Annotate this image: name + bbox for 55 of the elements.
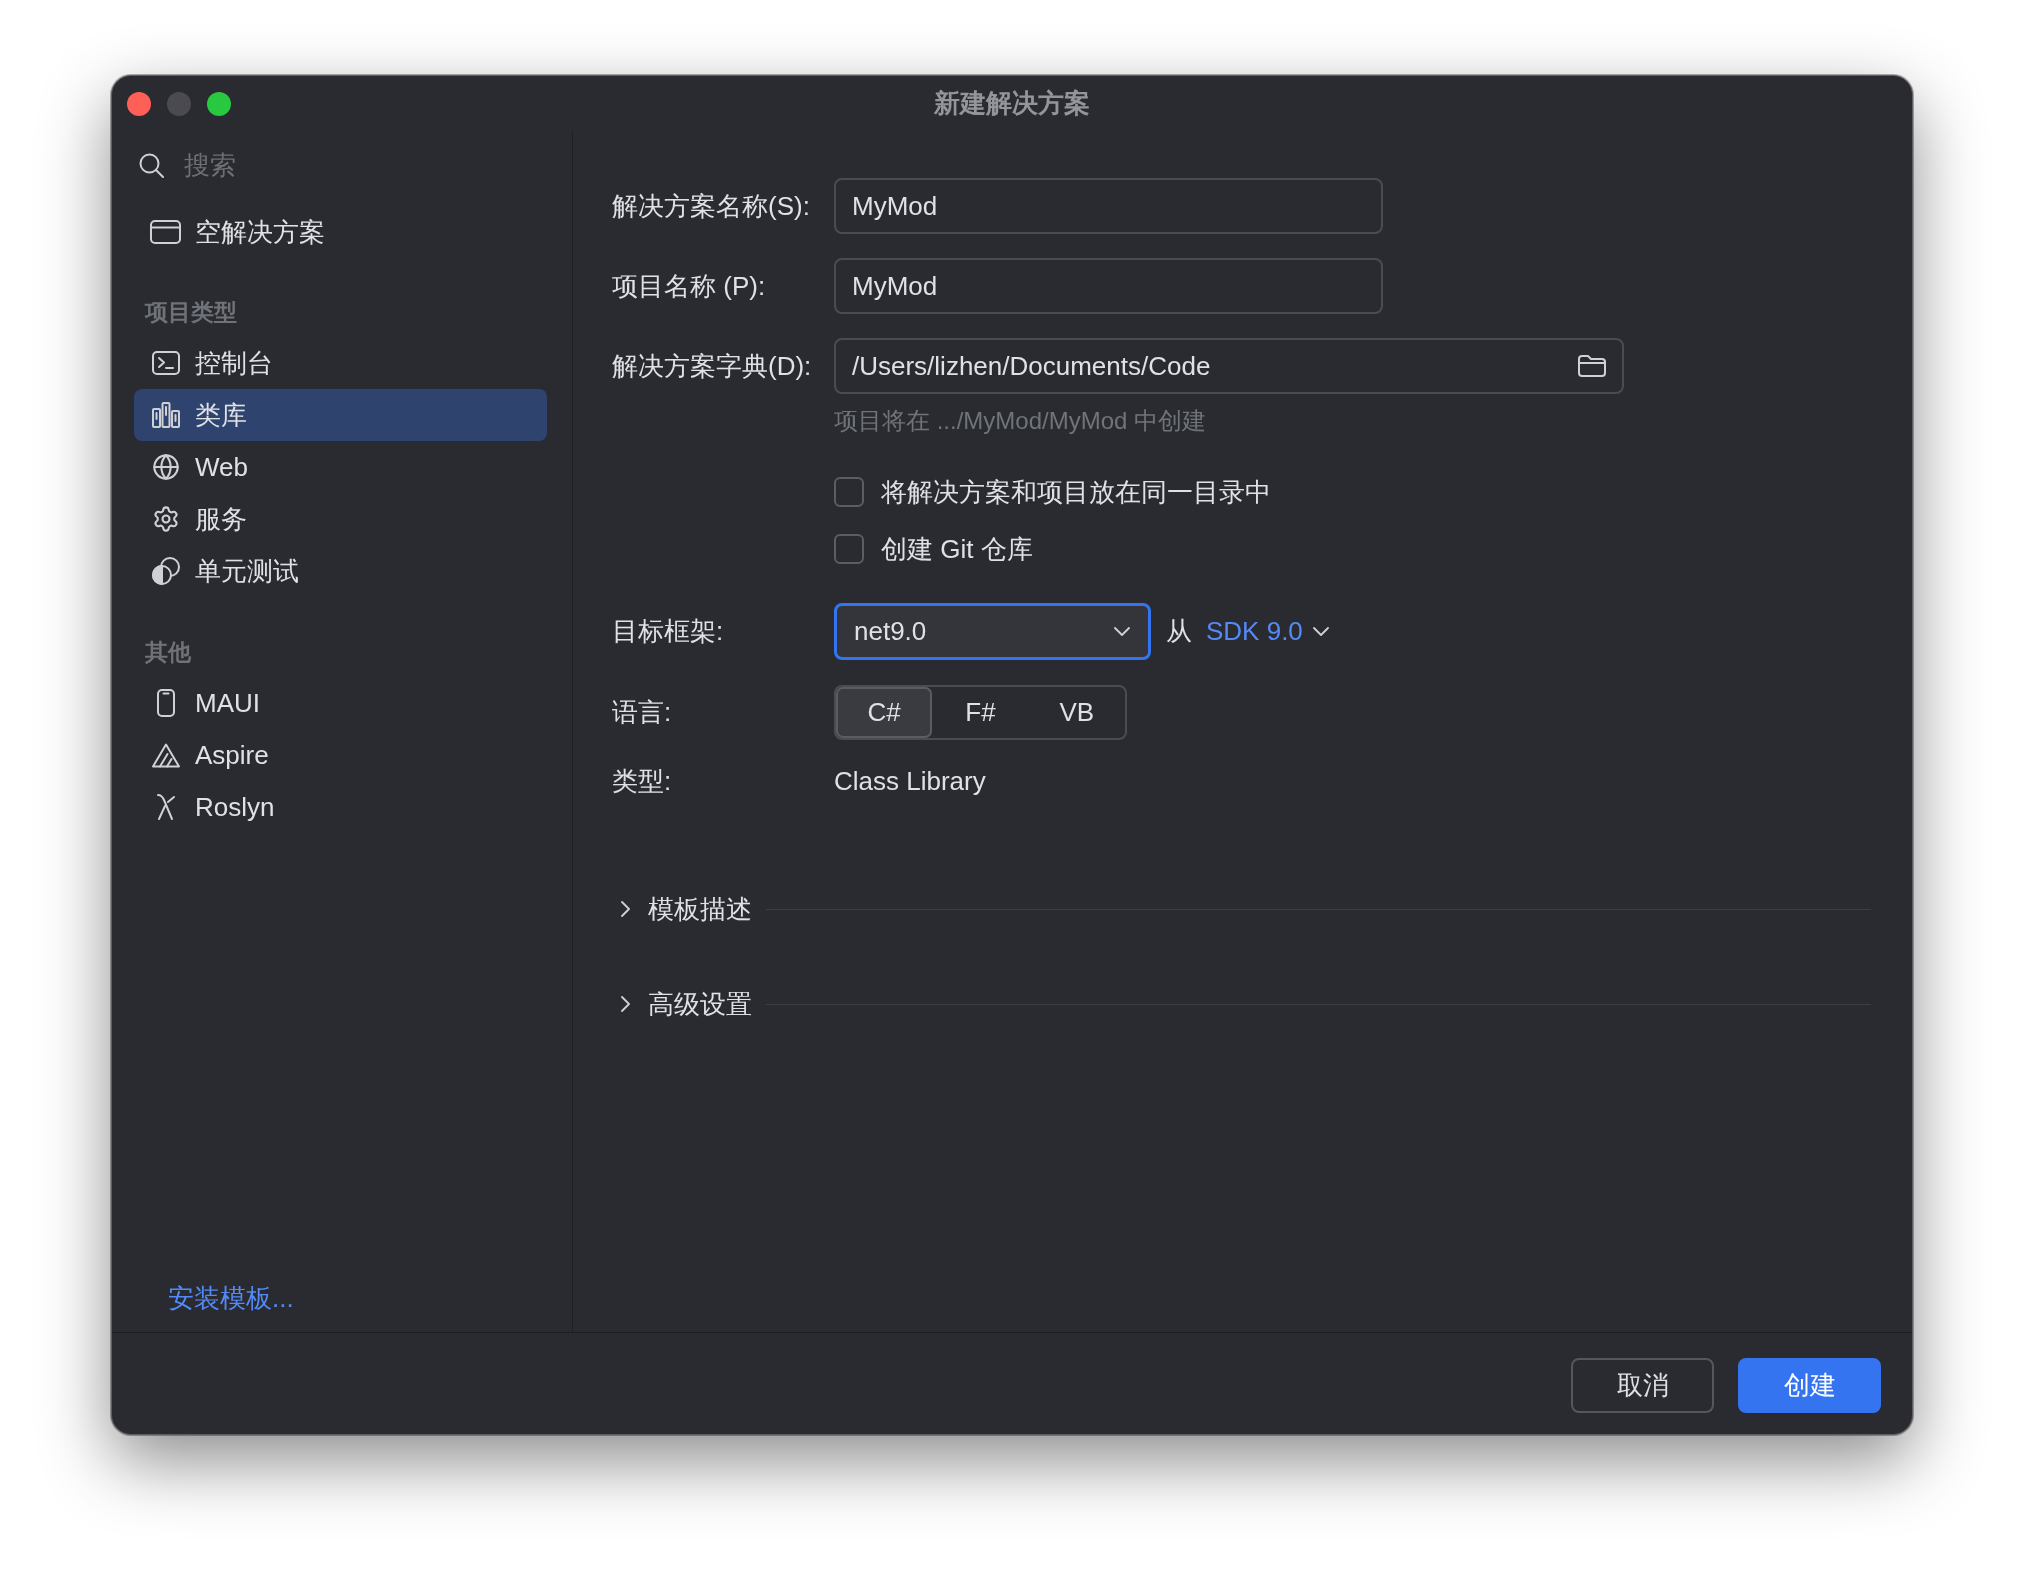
checkbox-label: 将解决方案和项目放在同一目录中 [881, 475, 1271, 509]
search-field[interactable]: 搜索 [184, 145, 404, 185]
checkbox-label: 创建 Git 仓库 [881, 532, 1033, 566]
triangle-icon [151, 742, 180, 768]
sidebar-item[interactable]: MAUI [134, 677, 547, 729]
field-label: 目标框架: [612, 615, 725, 648]
chevron-down-icon [1312, 627, 1329, 636]
field-label: 项目名称 (P): [612, 269, 767, 303]
sidebar-item[interactable]: 空解决方案 [134, 206, 547, 258]
framework-dropdown[interactable]: net9.0 [834, 603, 1151, 660]
circles-icon [151, 557, 180, 585]
language-option[interactable]: C# [836, 687, 933, 738]
field-label: 类型: [612, 764, 673, 798]
phone-icon [156, 689, 175, 717]
globe-icon [151, 453, 180, 481]
chevron-down-icon [1114, 627, 1130, 636]
field-label: 解决方案字典(D): [612, 349, 813, 383]
search-icon [139, 152, 164, 178]
field-label: 语言: [612, 696, 673, 729]
sidebar-item[interactable]: 单元测试 [134, 545, 547, 597]
cancel-button[interactable]: 取消 [1571, 1358, 1714, 1413]
zoom-window-icon[interactable] [207, 91, 231, 116]
sidebar-item[interactable]: Web [134, 441, 547, 493]
terminal-icon [151, 351, 180, 375]
path-field[interactable]: /Users/lizhen/Documents/Code [834, 338, 1624, 394]
sidebar-item[interactable]: Roslyn [134, 781, 547, 833]
window-title: 新建解决方案 [934, 87, 1090, 120]
section-toggle[interactable]: 高级设置 [612, 986, 752, 1022]
window-icon [150, 220, 181, 244]
field-label: 解决方案名称(S): [612, 189, 811, 223]
checkbox[interactable] [834, 534, 864, 564]
section-toggle[interactable]: 模板描述 [612, 891, 752, 927]
sidebar-item[interactable]: Aspire [134, 729, 547, 781]
install-templates-link[interactable]: 安装模板... [168, 1281, 294, 1315]
location-hint: 项目将在 .../MyMod/MyMod 中创建 [834, 406, 1207, 436]
source-label: 从 [1166, 615, 1192, 648]
close-window-icon[interactable] [127, 91, 151, 116]
gear-icon [151, 505, 180, 533]
minimize-window-icon[interactable] [167, 91, 191, 116]
sidebar-section-header: 项目类型 [143, 298, 237, 327]
sidebar-item[interactable]: 类库 [134, 389, 547, 441]
project-type-value: Class Library [834, 765, 986, 797]
language-option[interactable]: VB [1028, 687, 1125, 738]
create-button[interactable]: 创建 [1738, 1358, 1881, 1413]
sidebar-section-header: 其他 [144, 638, 191, 667]
folder-icon [1578, 355, 1606, 377]
text-field[interactable]: MyMod [834, 258, 1383, 314]
books-icon [151, 402, 180, 428]
sidebar-item[interactable]: 服务 [134, 493, 547, 545]
text-field[interactable]: MyMod [834, 178, 1383, 234]
language-option[interactable]: F# [932, 687, 1029, 738]
sidebar-item[interactable]: 控制台 [134, 337, 547, 389]
checkbox[interactable] [834, 477, 864, 507]
lambda-icon [154, 793, 177, 821]
sdk-dropdown[interactable]: SDK 9.0 [1206, 616, 1329, 647]
